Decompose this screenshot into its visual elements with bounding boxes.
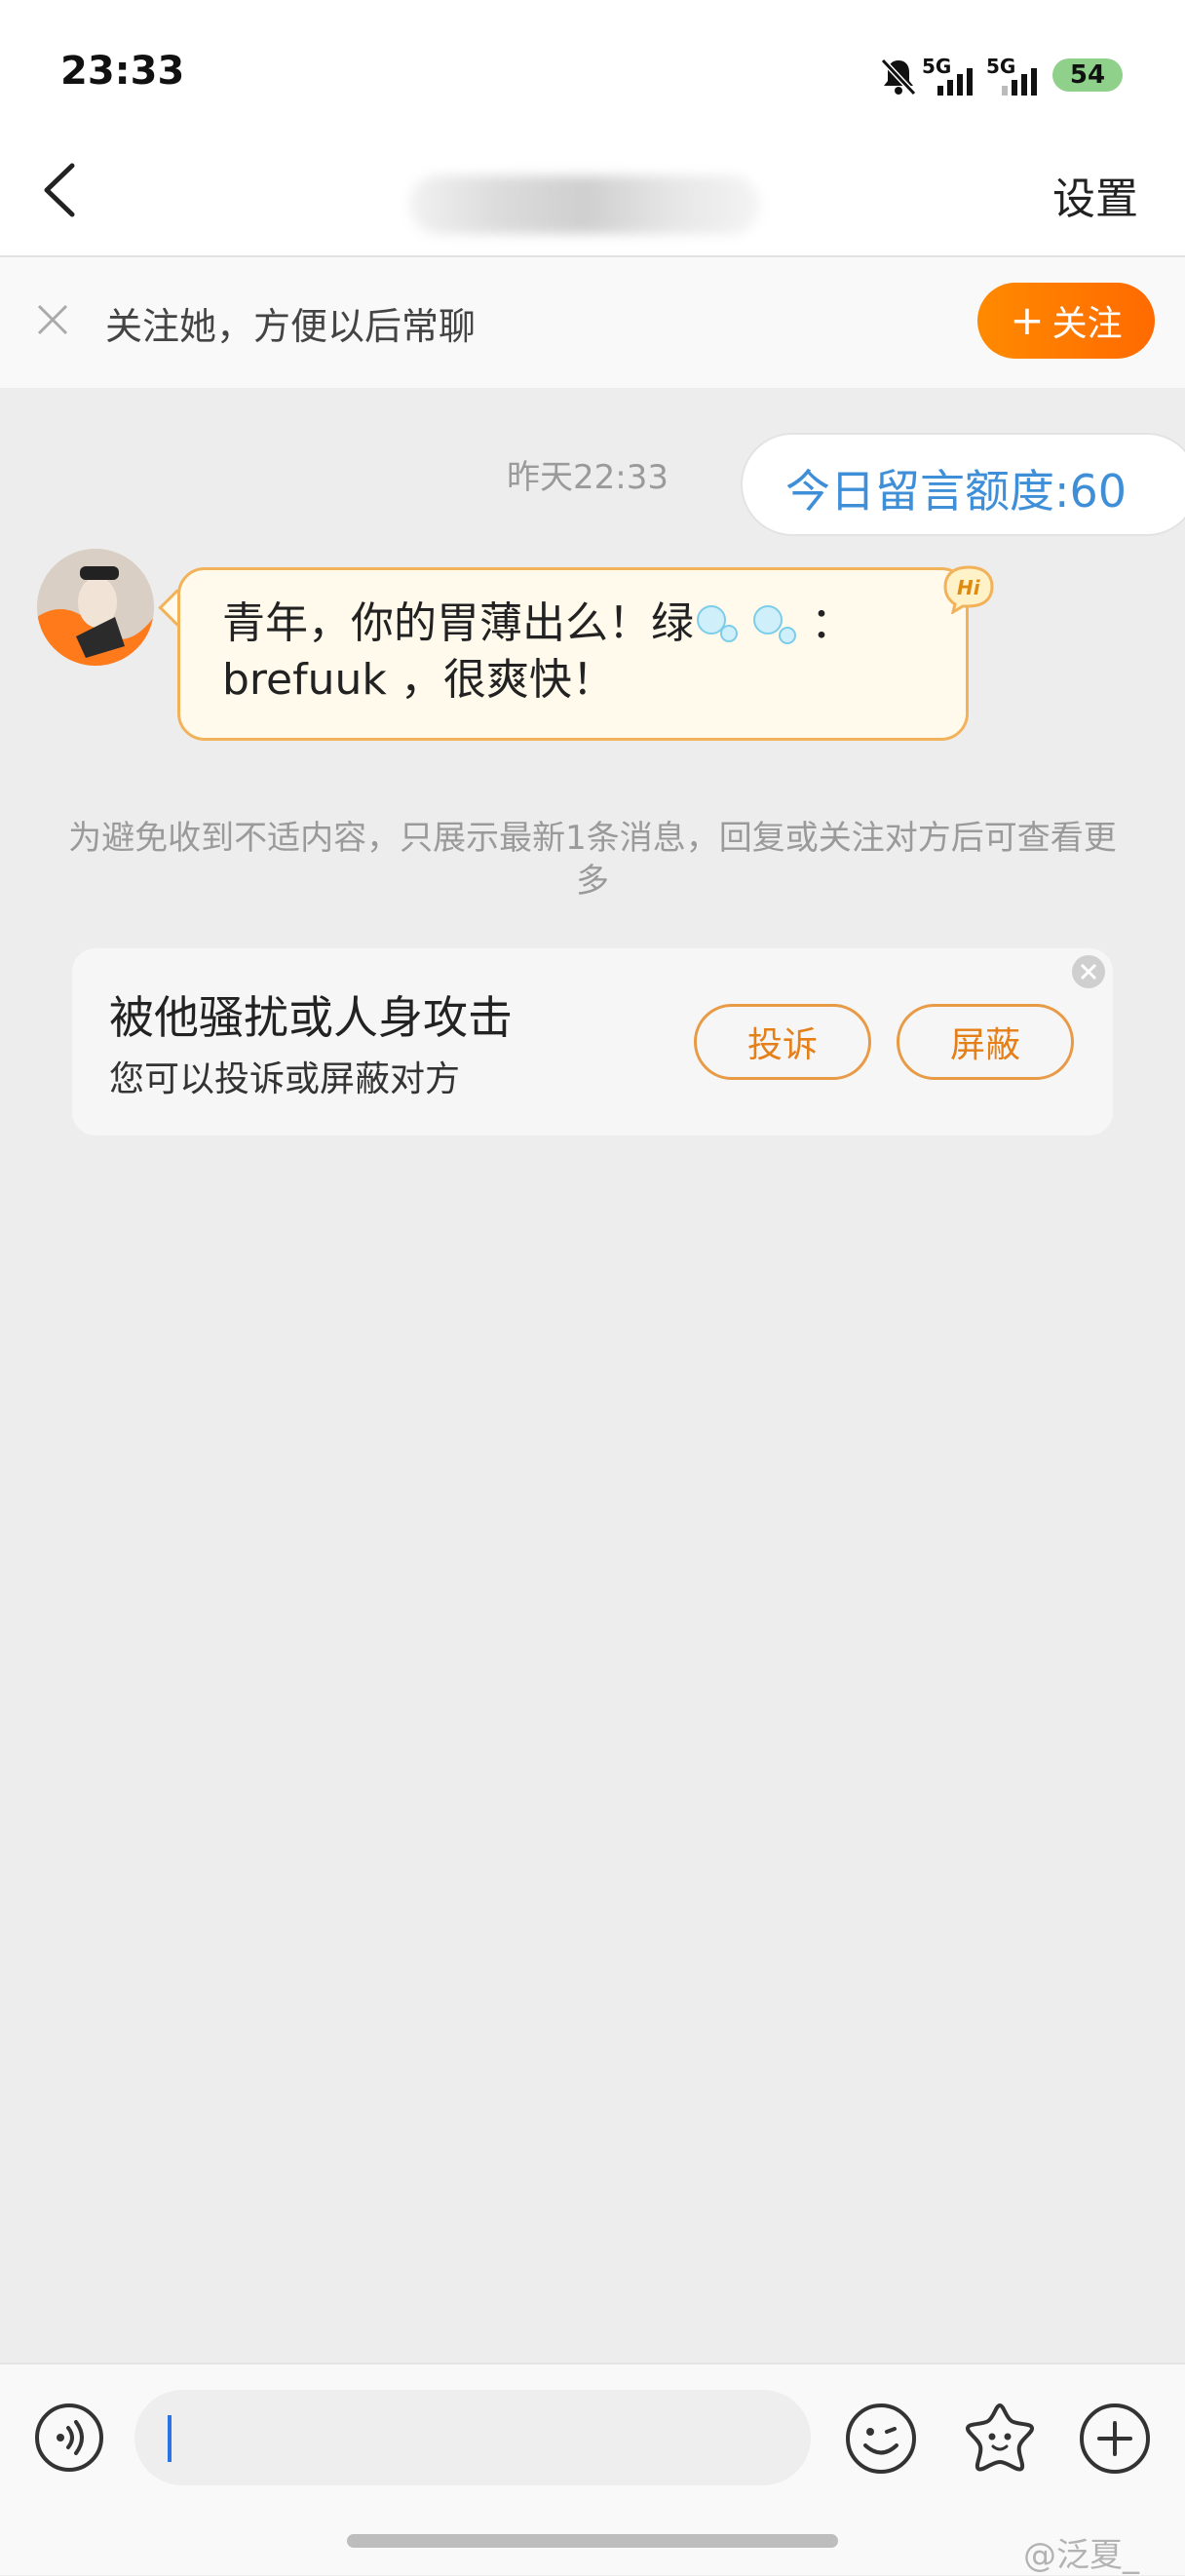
avatar-image	[37, 549, 154, 666]
page-title-blurred	[409, 175, 760, 234]
text-caret	[168, 2415, 172, 2462]
follow-button[interactable]: + 关注	[977, 283, 1155, 359]
bell-muted-icon	[880, 58, 917, 96]
follow-prompt-text: 关注她，方便以后常聊	[105, 305, 477, 348]
watermark: @泛夏_	[1023, 2536, 1139, 2575]
content-filter-notice: 为避免收到不适内容，只展示最新1条消息，回复或关注对方后可查看更多	[68, 819, 1117, 901]
close-icon[interactable]	[1070, 953, 1107, 990]
harassment-card-title: 被他骚扰或人身攻击	[109, 991, 513, 1044]
quota-text: 今日留言额度:60	[785, 465, 1128, 518]
message-line-1-tail: ：	[811, 598, 854, 648]
plus-icon[interactable]	[1078, 2402, 1152, 2476]
harassment-card-subtitle: 您可以投诉或屏蔽对方	[109, 1059, 461, 1099]
bubbles-emoji-icon	[697, 605, 796, 644]
back-icon[interactable]	[35, 158, 94, 222]
voice-icon[interactable]	[33, 2402, 105, 2474]
home-indicator[interactable]	[347, 2534, 838, 2548]
block-button[interactable]: 屏蔽	[897, 1004, 1074, 1080]
message-text: 青年，你的胃薄出么！绿 ： brefuuk ，很爽快！	[222, 596, 924, 708]
plus-icon: +	[1010, 296, 1045, 344]
battery-icon: 54	[1052, 58, 1123, 92]
close-icon[interactable]	[31, 298, 74, 341]
hi-badge-label: Hi	[957, 576, 981, 599]
message-line-1: 青年，你的胃薄出么！绿	[222, 598, 694, 648]
message-input[interactable]	[134, 2390, 811, 2485]
report-button[interactable]: 投诉	[694, 1004, 871, 1080]
emoji-icon[interactable]	[844, 2402, 918, 2476]
signal-icon	[937, 68, 973, 96]
message-line-2: brefuuk ，很爽快！	[222, 655, 615, 705]
signal-icon	[1002, 68, 1037, 96]
settings-button[interactable]: 设置	[1052, 164, 1138, 226]
follow-button-label: 关注	[1051, 304, 1123, 344]
status-time: 23:33	[60, 49, 185, 94]
hi-badge-icon: Hi	[943, 565, 994, 614]
star-icon[interactable]	[961, 2398, 1039, 2476]
message-timestamp: 昨天22:33	[507, 458, 669, 497]
avatar[interactable]	[37, 549, 154, 666]
